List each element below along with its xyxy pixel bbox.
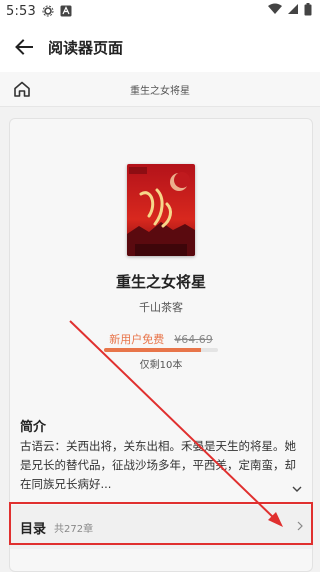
- intro-heading: 简介: [20, 420, 47, 435]
- home-icon: [14, 81, 30, 97]
- reader-nav-row: 重生之女将星: [0, 72, 320, 107]
- table-of-contents-row[interactable]: 目录 共272章: [10, 505, 312, 549]
- home-button[interactable]: [12, 79, 32, 99]
- intro-text: 古语云：关西出将，关东出相。禾晏是天生的将星。她是兄长的替代品，征战沙场多年，平…: [20, 439, 296, 491]
- page-title: 阅读器页面: [48, 38, 124, 57]
- original-price: ¥64.69: [174, 332, 213, 346]
- settings-icon: [42, 5, 54, 17]
- notification-a-icon: [60, 5, 72, 17]
- wifi-icon: [268, 3, 282, 19]
- chevron-right-icon: [296, 520, 304, 534]
- signal-icon: [287, 3, 299, 19]
- book-detail-card: 重生之女将星 千山茶客 新用户免费 ¥64.69 仅剩10本 简介 古语云：关西…: [9, 118, 313, 572]
- book-author: 千山茶客: [139, 301, 183, 314]
- stock-remaining: 仅剩10本: [139, 360, 183, 371]
- back-button[interactable]: [0, 22, 48, 72]
- book-title: 重生之女将星: [115, 273, 206, 291]
- promo-label: 新用户免费: [109, 333, 165, 346]
- status-bar: 5:53: [0, 0, 320, 22]
- breadcrumb: 重生之女将星: [130, 85, 190, 97]
- book-cover[interactable]: [127, 164, 195, 256]
- app-bar: 阅读器页面: [0, 22, 320, 72]
- battery-icon: [304, 2, 312, 20]
- status-time: 5:53: [6, 3, 36, 19]
- stock-progress-bar: [104, 348, 218, 352]
- toc-chapter-count: 共272章: [54, 523, 94, 535]
- chevron-down-icon: [292, 486, 302, 492]
- price-row: 新用户免费 ¥64.69: [10, 331, 312, 347]
- expand-intro-button[interactable]: [290, 481, 304, 495]
- stock-progress-fill: [104, 348, 201, 352]
- toc-label: 目录: [20, 521, 47, 537]
- arrow-left-icon: [15, 39, 33, 55]
